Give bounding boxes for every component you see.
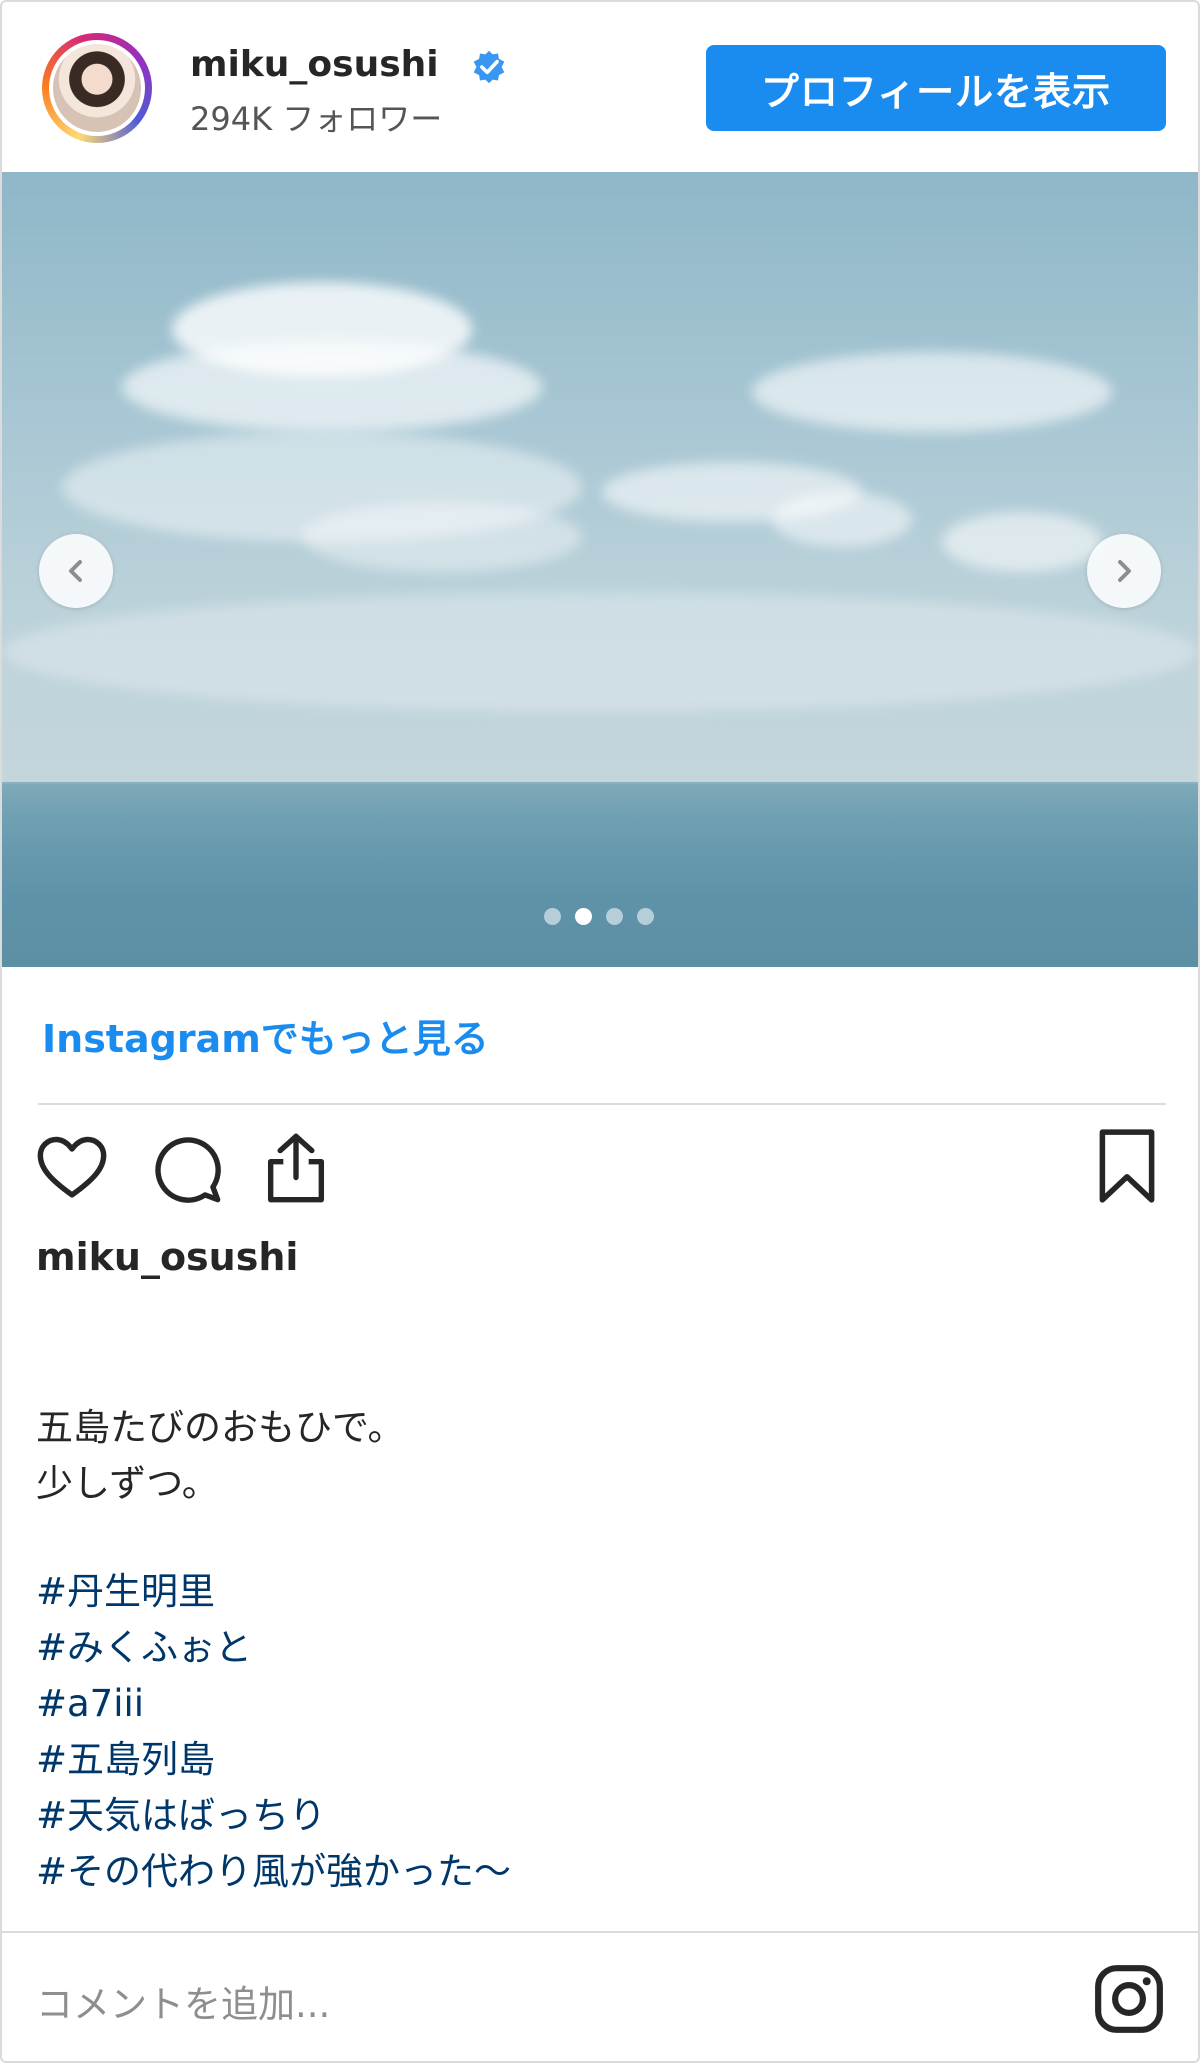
caption-text: 五島たびのおもひで。 少しずつ。 (36, 1400, 405, 1512)
caption-line: 少しずつ。 (36, 1462, 219, 1505)
hashtag-list: #丹生明里 #みくふぉと #a7iii #五島列島 #天気はばっちり #その代わ… (36, 1564, 511, 1900)
cloud (2, 592, 1198, 712)
cloud (302, 502, 582, 572)
carousel-prev-button[interactable] (39, 534, 113, 608)
chevron-right-icon (1118, 560, 1131, 582)
carousel-dot (544, 908, 561, 925)
cloud (942, 512, 1102, 572)
follower-count: 294K フォロワー (190, 100, 443, 138)
cloud (752, 352, 1112, 432)
cloud (772, 492, 912, 547)
sea (2, 784, 1198, 967)
post-header: miku_osushi 294K フォロワー プロフィールを表示 (2, 2, 1198, 172)
share-icon[interactable] (258, 1130, 334, 1206)
post-photo[interactable] (2, 172, 1198, 967)
instagram-embed-card: miku_osushi 294K フォロワー プロフィールを表示 Instagr… (0, 0, 1200, 2063)
caption-line: 五島たびのおもひで。 (36, 1406, 405, 1449)
carousel-next-button[interactable] (1087, 534, 1161, 608)
instagram-icon[interactable] (1092, 1962, 1166, 2036)
hashtag-link[interactable]: #天気はばっちり (36, 1788, 511, 1844)
view-profile-button[interactable]: プロフィールを表示 (706, 45, 1166, 131)
avatar[interactable] (42, 33, 152, 143)
hashtag-link[interactable]: #みくふぉと (36, 1620, 511, 1676)
hashtag-link[interactable]: #丹生明里 (36, 1564, 511, 1620)
divider (38, 1103, 1166, 1105)
chevron-left-icon (69, 560, 82, 582)
divider (2, 1931, 1198, 1933)
cloud (122, 342, 542, 432)
hashtag-link[interactable]: #その代わり風が強かった〜 (36, 1844, 511, 1900)
view-more-on-instagram-link[interactable]: Instagramでもっと見る (42, 1008, 489, 1063)
heart-icon[interactable] (34, 1130, 110, 1206)
verified-badge-icon (473, 50, 505, 84)
add-comment-field[interactable]: コメントを追加... (36, 1974, 330, 2028)
carousel-dot (575, 908, 592, 925)
bookmark-icon[interactable] (1092, 1126, 1162, 1206)
carousel-indicator (544, 908, 654, 928)
hashtag-link[interactable]: #五島列島 (36, 1732, 511, 1788)
carousel-dot (637, 908, 654, 925)
carousel-dot (606, 908, 623, 925)
caption-username[interactable]: miku_osushi (36, 1235, 298, 1279)
hashtag-link[interactable]: #a7iii (36, 1676, 511, 1732)
header-username[interactable]: miku_osushi (190, 44, 439, 85)
comment-bubble-icon[interactable] (148, 1130, 224, 1206)
